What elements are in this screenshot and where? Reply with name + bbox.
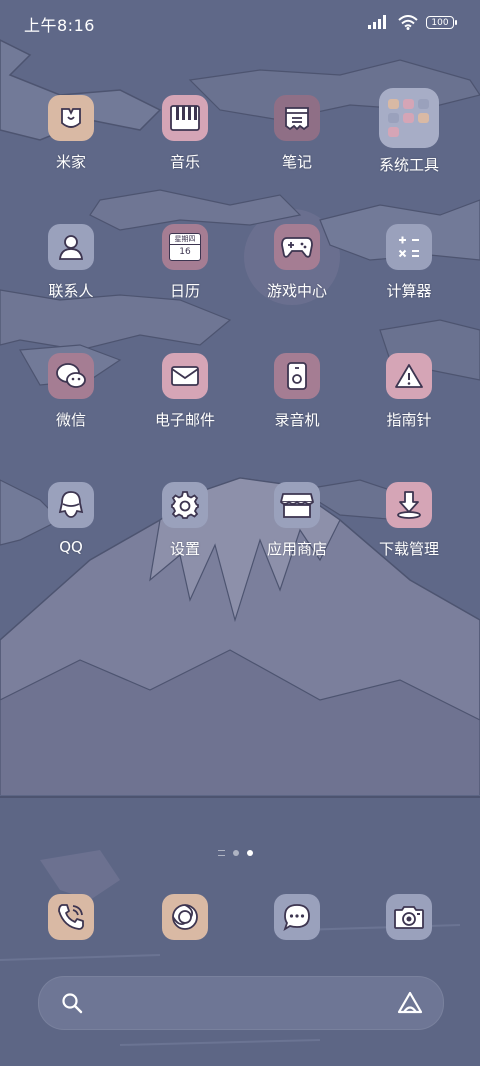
compass-icon: [386, 353, 432, 399]
phone-icon: [48, 894, 94, 940]
app-label: 笔记: [281, 153, 312, 171]
app-label: 米家: [55, 153, 86, 171]
app-label: 微信: [55, 411, 86, 429]
app-label: 设置: [169, 540, 200, 558]
page-indicator: [218, 850, 253, 856]
app-label: 联系人: [48, 282, 94, 300]
app-label: 电子邮件: [154, 411, 215, 429]
assistant-icon[interactable]: [397, 991, 423, 1015]
search-icon: [62, 993, 83, 1014]
mail-icon: [162, 353, 208, 399]
app-label: 音乐: [169, 153, 200, 171]
page-dot: [233, 850, 239, 856]
app-download-manager[interactable]: 下载管理: [354, 482, 464, 559]
calendar-weekday: 星期四: [170, 234, 200, 245]
dock-camera[interactable]: [354, 894, 464, 940]
app-qq[interactable]: QQ: [16, 482, 126, 556]
gear-icon: [162, 482, 208, 528]
app-label: 指南针: [386, 411, 432, 429]
store-icon: [274, 482, 320, 528]
download-icon: [386, 482, 432, 528]
status-icons: 100: [368, 12, 457, 32]
dock-browser[interactable]: [130, 894, 240, 940]
signal-icon: [368, 15, 386, 29]
app-label: 录音机: [274, 411, 320, 429]
app-label: QQ: [59, 538, 83, 556]
recorder-icon: [274, 353, 320, 399]
calendar-day: 16: [179, 247, 191, 257]
piano-icon: [162, 95, 208, 141]
gamepad-icon: [274, 224, 320, 270]
status-time: 上午8:16: [24, 16, 95, 35]
app-store[interactable]: 应用商店: [242, 482, 352, 559]
dock-messages[interactable]: [242, 894, 352, 940]
app-compass[interactable]: 指南针: [354, 353, 464, 430]
person-icon: [48, 224, 94, 270]
wifi-icon: [398, 14, 418, 30]
app-contacts[interactable]: 联系人: [16, 224, 126, 301]
calculator-icon: [386, 224, 432, 270]
app-label: 计算器: [386, 282, 432, 300]
camera-icon: [386, 894, 432, 940]
page-dot-active: [247, 850, 253, 856]
app-game-center[interactable]: 游戏中心: [242, 224, 352, 301]
app-label: 系统工具: [378, 156, 439, 174]
search-bar[interactable]: [38, 976, 444, 1030]
app-settings[interactable]: 设置: [130, 482, 240, 559]
app-mijia[interactable]: 米家: [16, 95, 126, 172]
qq-icon: [48, 482, 94, 528]
folder-icon: [379, 88, 439, 148]
message-icon: [274, 894, 320, 940]
app-wechat[interactable]: 微信: [16, 353, 126, 430]
folder-system-tools[interactable]: 系统工具: [354, 88, 464, 175]
notes-icon: [274, 95, 320, 141]
app-calendar[interactable]: 星期四 16 日历: [130, 224, 240, 301]
app-label: 应用商店: [266, 540, 327, 558]
status-bar: 上午8:16 100: [0, 0, 480, 44]
app-calculator[interactable]: 计算器: [354, 224, 464, 301]
app-music[interactable]: 音乐: [130, 95, 240, 172]
wechat-icon: [48, 353, 94, 399]
calendar-icon: 星期四 16: [162, 224, 208, 270]
browser-icon: [162, 894, 208, 940]
mijia-icon: [48, 95, 94, 141]
page-indicator-menu: [218, 850, 225, 856]
battery-icon: 100: [426, 15, 457, 29]
app-label: 游戏中心: [266, 282, 327, 300]
app-notes[interactable]: 笔记: [242, 95, 352, 172]
app-email[interactable]: 电子邮件: [130, 353, 240, 430]
app-label: 下载管理: [378, 540, 439, 558]
dock-phone[interactable]: [16, 894, 126, 940]
app-label: 日历: [169, 282, 200, 300]
app-recorder[interactable]: 录音机: [242, 353, 352, 430]
